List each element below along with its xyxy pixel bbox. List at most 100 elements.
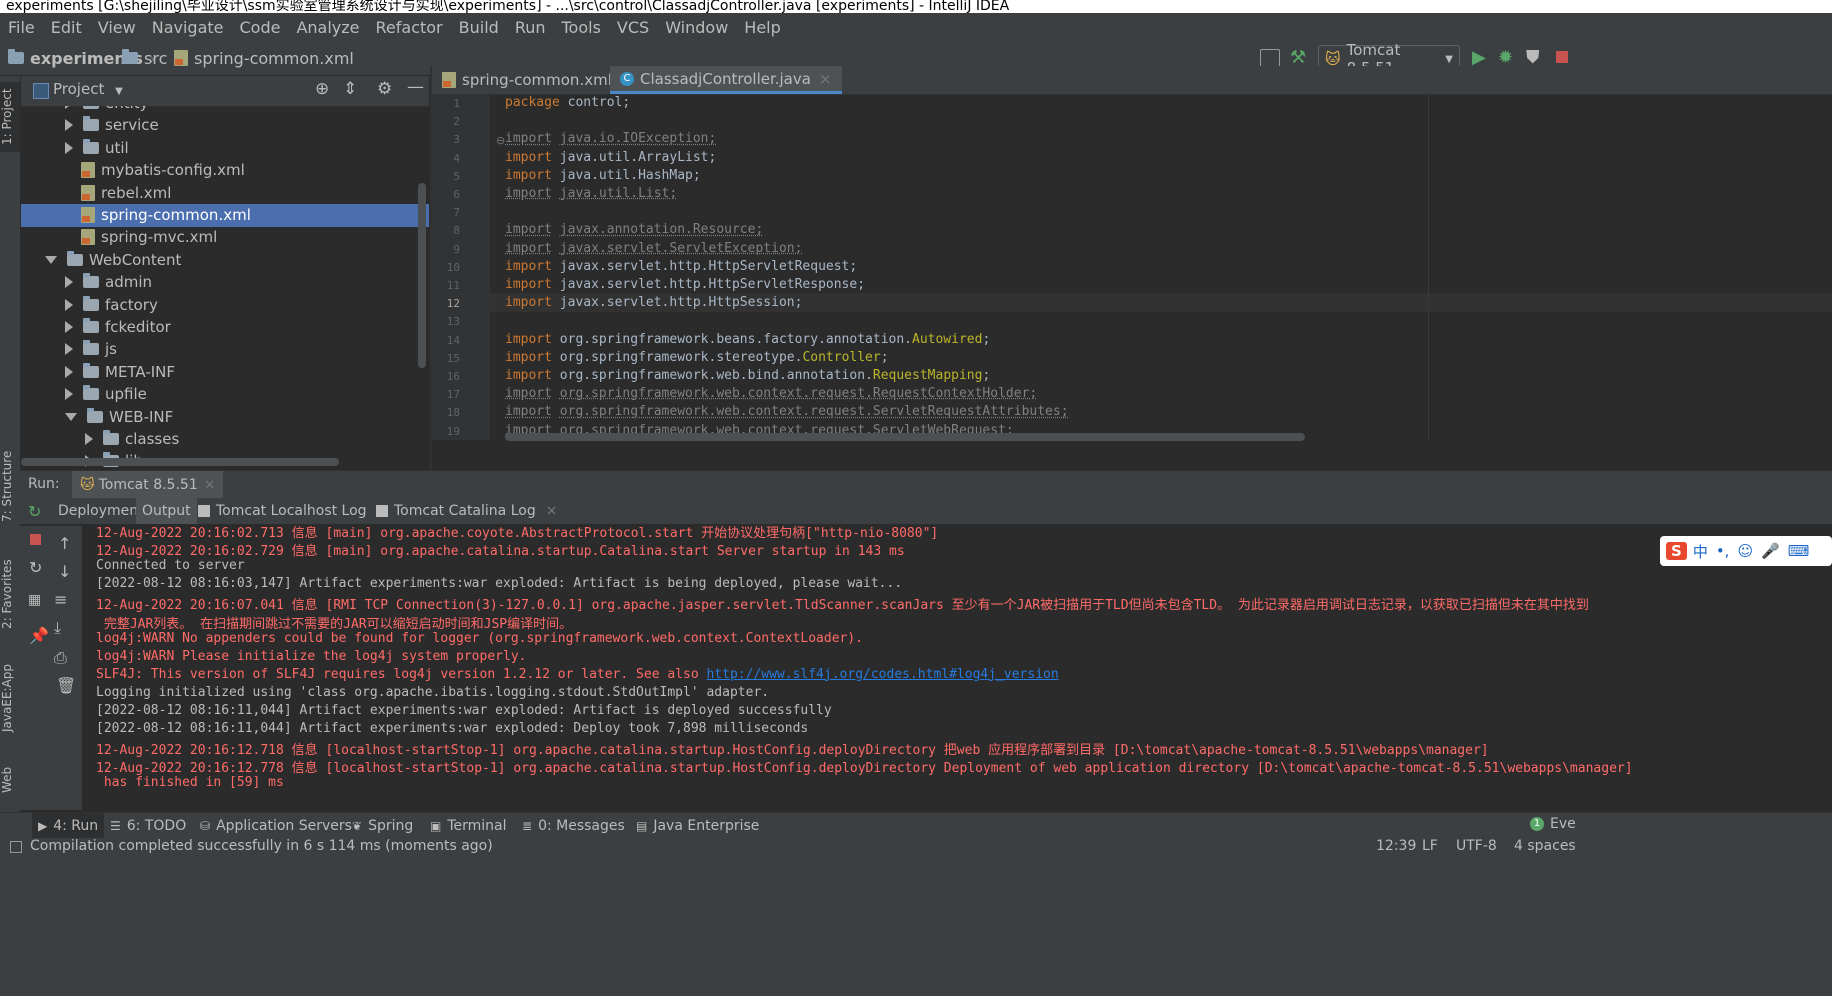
tab-deployment[interactable]: Deployment	[52, 498, 150, 524]
tree-item-service[interactable]: service	[65, 114, 159, 136]
tool-tab-javaee[interactable]: JavaEE:App	[0, 658, 20, 738]
indent-setting[interactable]: 4 spaces	[1514, 838, 1576, 854]
tree-item-util[interactable]: util	[65, 137, 129, 159]
bottom-tab-application-servers[interactable]: ⛁ Application Servers	[200, 813, 352, 839]
code-editor[interactable]: package control; import java.io.IOExcepti…	[490, 94, 1832, 440]
menu-build[interactable]: Build	[451, 18, 507, 37]
menu-analyze[interactable]: Analyze	[288, 18, 367, 37]
bottom-tab-java-enterprise[interactable]: ▤ Java Enterprise	[636, 813, 759, 839]
soft-wrap-icon[interactable]: ≡	[54, 590, 67, 609]
menu-tools[interactable]: Tools	[554, 18, 609, 37]
tree-item-upfile[interactable]: upfile	[65, 383, 147, 405]
tree-item-spring-mvc-xml[interactable]: spring-mvc.xml	[81, 226, 217, 248]
console-link[interactable]: http://www.slf4j.org/codes.html#log4j_ve…	[706, 667, 1058, 682]
project-tree-horizontal-scrollbar[interactable]	[21, 458, 339, 466]
expand-right-icon[interactable]	[65, 321, 73, 333]
menu-vcs[interactable]: VCS	[609, 18, 657, 37]
expand-down-icon[interactable]	[65, 412, 77, 421]
close-icon[interactable]: ×	[204, 477, 216, 493]
tree-item-rebel-xml[interactable]: rebel.xml	[81, 182, 171, 204]
menu-run[interactable]: Run	[507, 18, 554, 37]
collapse-all-icon[interactable]: ⇕	[343, 79, 357, 99]
build-hammer-icon[interactable]: ⚒	[1290, 47, 1306, 68]
run-icon[interactable]: ▶	[1472, 47, 1486, 68]
code-line[interactable]: import javax.annotation.Resource;	[505, 222, 763, 237]
fold-icon[interactable]: ⊖	[496, 134, 505, 147]
menu-refactor[interactable]: Refactor	[368, 18, 451, 37]
scroll-down-icon[interactable]: ↓	[58, 562, 71, 581]
code-line[interactable]: import java.util.List;	[505, 186, 677, 201]
bottom-tab-4-run[interactable]: ▶ 4: Run	[32, 813, 105, 839]
tab-tomcat-localhost-log[interactable]: Tomcat Localhost Log ×	[192, 498, 394, 524]
menu-navigate[interactable]: Navigate	[144, 18, 232, 37]
event-log-tab[interactable]: 1 Eve	[1530, 816, 1576, 832]
expand-right-icon[interactable]	[65, 276, 73, 289]
expand-right-icon[interactable]	[65, 298, 73, 311]
stop-icon[interactable]	[30, 534, 41, 545]
expand-right-icon[interactable]	[65, 365, 73, 378]
menu-window[interactable]: Window	[657, 18, 736, 37]
tool-tab-structure[interactable]: 7: Structure	[0, 446, 20, 526]
status-toggle-icon[interactable]	[10, 841, 22, 853]
code-line[interactable]: import org.springframework.stereotype.Co…	[505, 350, 889, 365]
tool-tab-project[interactable]: 1: Project	[0, 82, 20, 152]
code-line[interactable]: import org.springframework.web.bind.anno…	[505, 368, 990, 383]
tab-output[interactable]: Output	[136, 498, 197, 524]
restart-icon[interactable]: ↻	[29, 558, 42, 577]
gear-icon[interactable]: ⚙	[377, 79, 392, 99]
bottom-tab-spring[interactable]: ❦ Spring	[352, 813, 413, 839]
tool-tab-favorites[interactable]: 2: Favorites	[0, 554, 20, 634]
menu-edit[interactable]: Edit	[43, 18, 90, 37]
menu-view[interactable]: View	[90, 18, 144, 37]
scroll-to-end-icon[interactable]: ⤓	[54, 618, 61, 638]
tree-item-meta-inf[interactable]: META-INF	[65, 361, 175, 383]
editor-horizontal-scrollbar[interactable]	[505, 433, 1305, 441]
caret-position[interactable]: 12:39	[1376, 838, 1416, 854]
tool-tab-web[interactable]: Web	[0, 760, 20, 800]
tab-classadjcontroller-java[interactable]: C ClassadjController.java ×	[610, 66, 842, 94]
run-console[interactable]: 12-Aug-2022 20:16:02.713 信息 [main] org.a…	[82, 526, 1832, 810]
rerun-icon[interactable]: ↻	[28, 502, 41, 521]
expand-right-icon[interactable]	[65, 388, 73, 401]
project-view-selector[interactable]: Project ▼	[53, 80, 123, 98]
bottom-tab-0-messages[interactable]: ≣ 0: Messages	[522, 813, 625, 839]
bottom-tab-6-todo[interactable]: ☰ 6: TODO	[110, 813, 186, 839]
tree-item-factory[interactable]: factory	[65, 294, 158, 316]
close-icon[interactable]: ×	[819, 70, 832, 88]
close-icon[interactable]: ×	[546, 503, 558, 519]
tab-tomcat-catalina-log[interactable]: Tomcat Catalina Log ×	[370, 498, 563, 524]
expand-right-icon[interactable]	[65, 141, 73, 154]
print-icon[interactable]: ⎙	[54, 648, 67, 668]
expand-right-icon[interactable]	[65, 343, 73, 356]
code-line[interactable]: import java.util.HashMap;	[505, 168, 701, 183]
tree-item-fckeditor[interactable]: fckeditor	[65, 316, 171, 338]
scroll-up-icon[interactable]: ↑	[58, 534, 71, 553]
expand-down-icon[interactable]	[45, 255, 57, 264]
ime-toolbar[interactable]: S 中 •, ☺ 🎤 ⌨	[1660, 536, 1832, 566]
tree-item-spring-common-xml[interactable]: spring-common.xml	[81, 204, 251, 226]
code-line[interactable]: import javax.servlet.http.HttpServletReq…	[505, 259, 857, 274]
code-line[interactable]: import javax.servlet.http.HttpServletRes…	[505, 277, 865, 292]
project-tree-vertical-scrollbar[interactable]	[418, 183, 426, 368]
debug-icon[interactable]: ✹	[1498, 47, 1513, 68]
menu-help[interactable]: Help	[736, 18, 788, 37]
trash-icon[interactable]: 🗑	[56, 676, 76, 695]
pin-icon[interactable]: 📌	[29, 626, 49, 645]
menu-file[interactable]: File	[0, 18, 43, 37]
code-line[interactable]: import org.springframework.web.context.r…	[505, 386, 1037, 401]
menu-code[interactable]: Code	[232, 18, 289, 37]
file-encoding[interactable]: UTF-8	[1456, 838, 1497, 854]
code-line[interactable]: import org.springframework.beans.factory…	[505, 332, 990, 347]
code-line[interactable]: package control;	[505, 95, 630, 110]
locate-icon[interactable]: ⊕	[315, 79, 329, 99]
run-config-tab[interactable]: 🐱 Tomcat 8.5.51 ×	[72, 471, 224, 499]
code-line[interactable]: import java.util.ArrayList;	[505, 150, 716, 165]
minimize-icon[interactable]: —	[407, 77, 424, 97]
code-line[interactable]: import org.springframework.web.context.r…	[505, 404, 1069, 419]
code-line[interactable]: import javax.servlet.ServletException;	[505, 241, 802, 256]
tree-item-classes[interactable]: classes	[85, 428, 179, 450]
expand-right-icon[interactable]	[65, 119, 73, 132]
line-separator[interactable]: LF	[1422, 838, 1438, 854]
stop-icon[interactable]	[1556, 51, 1568, 63]
breadcrumb-file[interactable]: spring-common.xml	[174, 41, 354, 75]
